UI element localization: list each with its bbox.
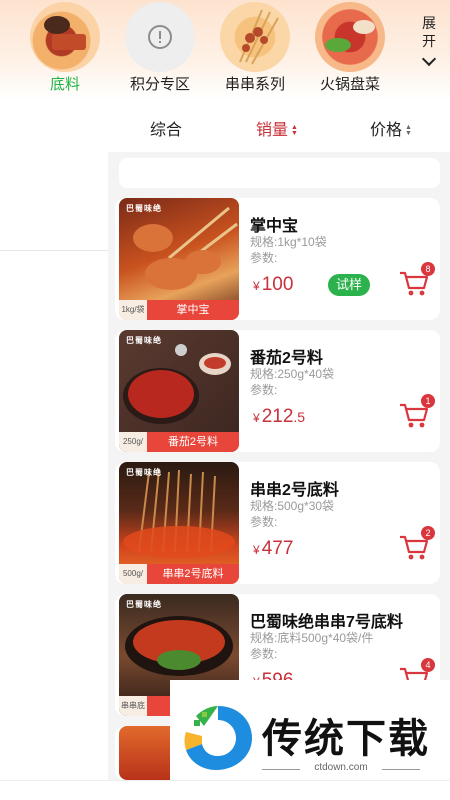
cart-count-badge: 1 xyxy=(421,394,435,408)
cart-count-badge: 2 xyxy=(421,526,435,540)
image-product-label: 番茄2号料 xyxy=(147,432,239,452)
product-image: 巴蜀味绝 500g/袋 串串2号底料 xyxy=(119,462,239,584)
cart-count-badge: 8 xyxy=(421,262,435,276)
skewers-category-image xyxy=(220,2,290,72)
category-header: 底料 积分专区 串串系列 火锅盘菜 展开 xyxy=(0,0,450,100)
divider xyxy=(0,250,108,251)
points-category-image xyxy=(125,2,195,72)
watermark-url: ctdown.com xyxy=(262,762,420,773)
bottom-nav-bar xyxy=(0,780,450,800)
sort-tab-label: 销量 xyxy=(256,122,289,139)
image-product-label: 串串2号底料 xyxy=(147,564,239,584)
product-image-tag: 250g/袋 番茄2号料 xyxy=(119,432,239,452)
pack-size-label: 250g/袋 xyxy=(119,432,147,452)
category-label: 底料 xyxy=(49,76,80,93)
watermark-overlay: 传统下载 ctdown.com xyxy=(170,680,450,780)
product-image-tag: 1kg/袋 掌中宝 xyxy=(119,300,239,320)
product-card[interactable]: 巴蜀味绝 500g/袋 串串2号底料 串串2号底料 规格:500g*30袋 参数… xyxy=(115,462,440,584)
brand-mark: 巴蜀味绝 xyxy=(126,204,162,213)
product-image: 巴蜀味绝 250g/袋 番茄2号料 xyxy=(119,330,239,452)
brand-mark: 巴蜀味绝 xyxy=(126,600,162,609)
product-spec: 规格:底料500g*40袋/件 xyxy=(250,631,374,645)
pack-size-label: 1kg/袋 xyxy=(119,300,147,320)
product-price: ¥212.5 xyxy=(253,406,305,428)
info-icon xyxy=(148,25,172,49)
chevron-down-icon xyxy=(421,51,437,67)
expand-button[interactable]: 展开 xyxy=(415,14,443,67)
pack-size-label: 500g/袋 xyxy=(119,564,147,584)
sort-tab-sales[interactable]: 销量 ▲ ▼ xyxy=(256,116,298,140)
sort-tab-overall[interactable]: 综合 xyxy=(150,116,182,140)
product-spec: 规格:500g*30袋 xyxy=(250,499,335,513)
category-item-skewers[interactable]: 串串系列 xyxy=(210,0,300,94)
sort-bar: 综合 销量 ▲ ▼ 价格 ▲ ▼ xyxy=(108,100,450,152)
cart-count-badge: 4 xyxy=(421,658,435,672)
currency-symbol: ¥ xyxy=(253,411,260,425)
category-item-hotpot[interactable]: 火锅盘菜 xyxy=(305,0,395,94)
skewer-illustration xyxy=(239,9,279,65)
brand-mark: 巴蜀味绝 xyxy=(126,468,162,477)
currency-symbol: ¥ xyxy=(253,543,260,557)
product-param: 参数: xyxy=(250,383,278,397)
product-card[interactable]: 巴蜀味绝 250g/袋 番茄2号料 番茄2号料 规格:250g*40袋 参数: … xyxy=(115,330,440,452)
sort-tab-label: 综合 xyxy=(150,122,183,139)
product-spec: 规格:1kg*10袋 xyxy=(250,235,327,249)
base-category-image xyxy=(30,2,100,72)
product-price: ¥100 xyxy=(253,274,293,296)
pack-size-label: 串串底料 xyxy=(119,696,147,716)
sort-tab-label: 价格 xyxy=(370,122,403,139)
watermark-text: 传统下载 xyxy=(262,717,430,761)
category-label: 积分专区 xyxy=(129,76,190,93)
product-image: 巴蜀味绝 1kg/袋 掌中宝 xyxy=(119,198,239,320)
brand-mark: 巴蜀味绝 xyxy=(126,336,162,345)
product-image-tag: 500g/袋 串串2号底料 xyxy=(119,564,239,584)
hotpot-category-image xyxy=(315,2,385,72)
download-site-logo xyxy=(184,706,252,770)
sort-tab-price[interactable]: 价格 ▲ ▼ xyxy=(370,116,412,140)
product-param: 参数: xyxy=(250,251,278,265)
product-param: 参数: xyxy=(250,647,278,661)
product-spec: 规格:250g*40袋 xyxy=(250,367,335,381)
category-item-points[interactable]: 积分专区 xyxy=(115,0,205,94)
currency-symbol: ¥ xyxy=(253,279,260,293)
price-integer: 477 xyxy=(261,538,294,559)
sort-arrows-icon: ▲ ▼ xyxy=(405,123,412,137)
filter-strip[interactable] xyxy=(119,158,440,188)
sort-arrows-icon: ▲ ▼ xyxy=(291,123,298,137)
price-integer: 212 xyxy=(261,406,294,427)
image-product-label: 掌中宝 xyxy=(147,300,239,320)
category-label: 火锅盘菜 xyxy=(319,76,380,93)
price-integer: 100 xyxy=(261,274,294,295)
category-label: 串串系列 xyxy=(224,76,285,93)
product-price: ¥477 xyxy=(253,538,293,560)
trial-button[interactable]: 试样 xyxy=(328,274,370,296)
sidebar xyxy=(0,100,108,780)
product-param: 参数: xyxy=(250,515,278,529)
category-item-base[interactable]: 底料 xyxy=(20,0,110,94)
expand-label: 展开 xyxy=(422,15,436,49)
price-decimal: .5 xyxy=(293,409,306,425)
product-card[interactable]: 巴蜀味绝 1kg/袋 掌中宝 掌中宝 规格:1kg*10袋 参数: ¥100 试… xyxy=(115,198,440,320)
